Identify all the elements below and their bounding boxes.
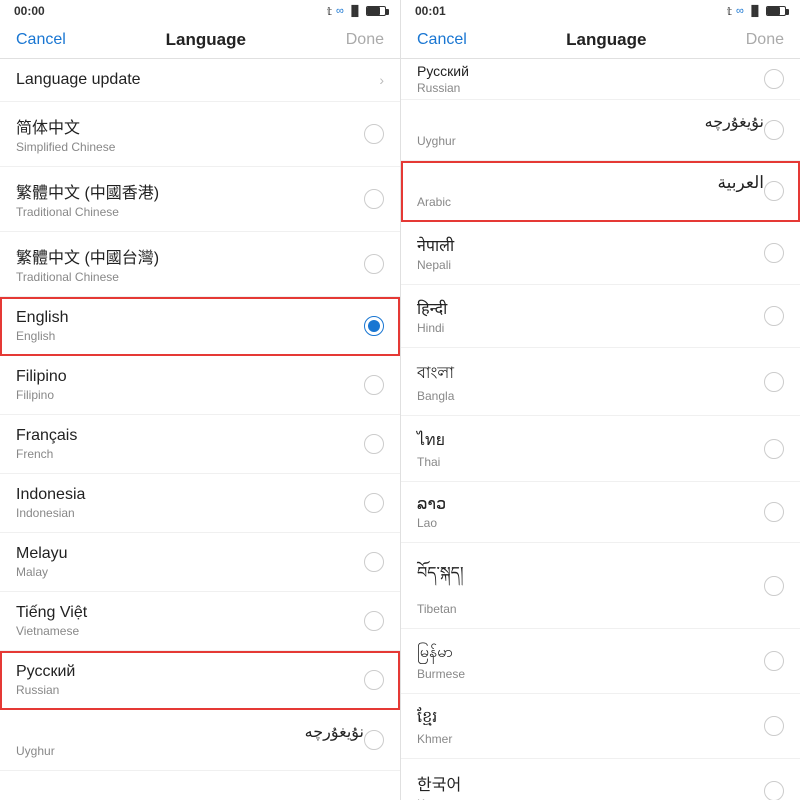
language-update-label: Language update (16, 71, 379, 89)
english-radio[interactable] (364, 316, 384, 336)
korean-radio[interactable] (764, 781, 784, 800)
battery-icon (366, 6, 386, 16)
infinity-icon: ∞ (336, 5, 344, 17)
english-item[interactable]: English English (0, 297, 400, 356)
russian-r-item[interactable]: Русский Russian (401, 59, 800, 100)
indonesia-radio[interactable] (364, 493, 384, 513)
indonesia-item[interactable]: Indonesia Indonesian (0, 474, 400, 533)
left-done-button[interactable]: Done (346, 31, 384, 49)
thai-item[interactable]: ไทย Thai (401, 416, 800, 482)
khmer-radio[interactable] (764, 716, 784, 736)
right-language-list: Русский Russian نۇيغۇرچە Uyghur العربية … (401, 59, 800, 800)
french-radio[interactable] (364, 434, 384, 454)
left-nav-bar: Cancel Language Done (0, 22, 400, 59)
burmese-item[interactable]: မြန်မာ Burmese (401, 629, 800, 694)
infinity-icon-r: ∞ (736, 5, 744, 17)
thai-radio[interactable] (764, 439, 784, 459)
vietnamese-item[interactable]: Tiếng Việt Vietnamese (0, 592, 400, 651)
left-status-icons: 𝕥 ∞ ▐▌ (327, 5, 386, 18)
uyghur-item[interactable]: نۇيغۇرچە Uyghur (0, 710, 400, 771)
nepali-item[interactable]: नेपाली Nepali (401, 222, 800, 285)
russian-item[interactable]: Русский Russian (0, 651, 400, 710)
french-item[interactable]: Français French (0, 415, 400, 474)
right-phone-panel: 00:01 𝕥 ∞ ▐▌ Cancel Language Done Русски… (400, 0, 800, 800)
simplified-chinese-item[interactable]: 简体中文 Simplified Chinese (0, 102, 400, 167)
nepali-radio[interactable] (764, 243, 784, 263)
right-status-icons: 𝕥 ∞ ▐▌ (727, 5, 786, 18)
vietnamese-radio[interactable] (364, 611, 384, 631)
left-cancel-button[interactable]: Cancel (16, 31, 66, 49)
tibetan-radio[interactable] (764, 576, 784, 596)
hindi-radio[interactable] (764, 306, 784, 326)
khmer-item[interactable]: ខ្មែរ Khmer (401, 694, 800, 759)
left-time: 00:00 (14, 4, 45, 18)
bangla-radio[interactable] (764, 372, 784, 392)
left-page-title: Language (166, 30, 246, 50)
battery-icon-r (766, 6, 786, 16)
right-done-button[interactable]: Done (746, 31, 784, 49)
right-page-title: Language (566, 30, 646, 50)
lao-item[interactable]: ລາວ Lao (401, 482, 800, 543)
filipino-item[interactable]: Filipino Filipino (0, 356, 400, 415)
traditional-chinese-hk-item[interactable]: 繁體中文 (中國香港) Traditional Chinese (0, 167, 400, 232)
uyghur-r-item[interactable]: نۇيغۇرچە Uyghur (401, 100, 800, 161)
filipino-radio[interactable] (364, 375, 384, 395)
signal-icon: ▐▌ (348, 6, 362, 17)
left-phone-panel: 00:00 𝕥 ∞ ▐▌ Cancel Language Done Langua… (0, 0, 400, 800)
twitter-icon-r: 𝕥 (727, 5, 732, 18)
simplified-chinese-radio[interactable] (364, 124, 384, 144)
korean-item[interactable]: 한국어 Korean (401, 759, 800, 800)
left-language-list: Language update › 简体中文 Simplified Chines… (0, 59, 400, 800)
signal-icon-r: ▐▌ (748, 6, 762, 17)
right-nav-bar: Cancel Language Done (401, 22, 800, 59)
twitter-icon: 𝕥 (327, 5, 332, 18)
malay-radio[interactable] (364, 552, 384, 572)
left-status-bar: 00:00 𝕥 ∞ ▐▌ (0, 0, 400, 22)
malay-item[interactable]: Melayu Malay (0, 533, 400, 592)
traditional-chinese-tw-item[interactable]: 繁體中文 (中國台灣) Traditional Chinese (0, 232, 400, 297)
russian-radio[interactable] (364, 670, 384, 690)
traditional-chinese-tw-radio[interactable] (364, 254, 384, 274)
hindi-item[interactable]: हिन्दी Hindi (401, 285, 800, 348)
language-update-item[interactable]: Language update › (0, 59, 400, 102)
russian-r-radio[interactable] (764, 69, 784, 89)
lao-radio[interactable] (764, 502, 784, 522)
uyghur-radio[interactable] (364, 730, 384, 750)
traditional-chinese-hk-radio[interactable] (364, 189, 384, 209)
chevron-right-icon: › (379, 72, 384, 88)
tibetan-item[interactable]: བོད་སྐད། Tibetan (401, 543, 800, 629)
burmese-radio[interactable] (764, 651, 784, 671)
uyghur-r-radio[interactable] (764, 120, 784, 140)
right-time: 00:01 (415, 4, 446, 18)
right-status-bar: 00:01 𝕥 ∞ ▐▌ (401, 0, 800, 22)
arabic-item[interactable]: العربية Arabic (401, 161, 800, 222)
arabic-radio[interactable] (764, 181, 784, 201)
bangla-item[interactable]: বাংলা Bangla (401, 348, 800, 416)
right-cancel-button[interactable]: Cancel (417, 31, 467, 49)
